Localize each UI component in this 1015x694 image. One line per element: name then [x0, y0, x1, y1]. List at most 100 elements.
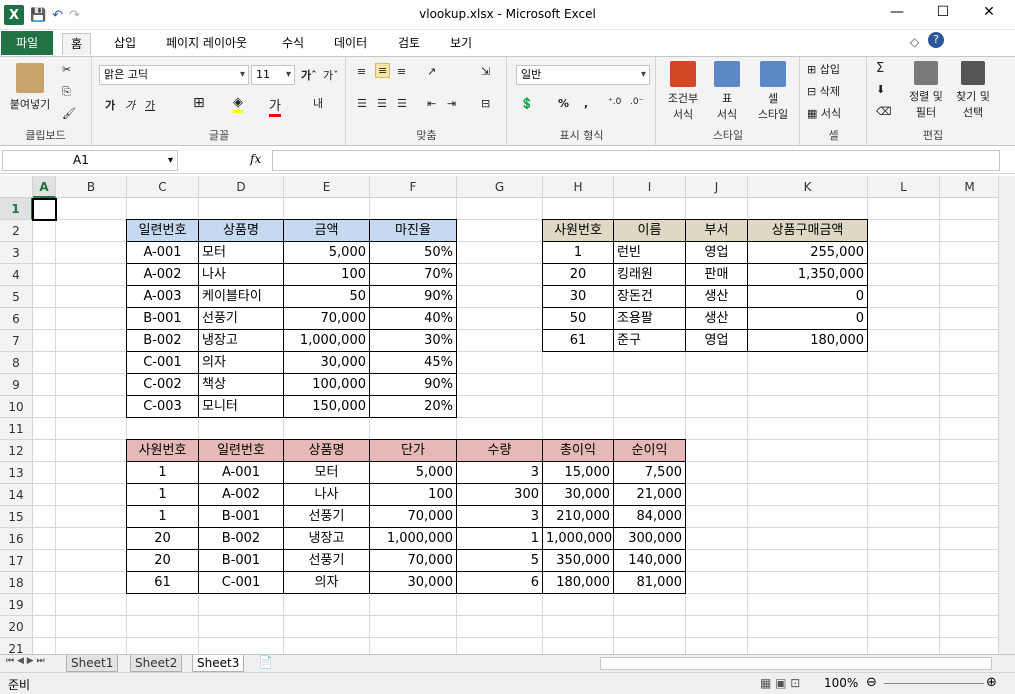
- t2-header-cell[interactable]: 사원번호: [542, 219, 614, 242]
- t3-cell[interactable]: 나사: [283, 483, 370, 506]
- copy-icon[interactable]: ⎘: [62, 85, 71, 99]
- t1-cell[interactable]: A-001: [126, 241, 199, 264]
- tab-home[interactable]: 홈: [62, 33, 92, 55]
- delete-cells-button[interactable]: ⊟ 삭제: [807, 83, 840, 99]
- cell-styles-button[interactable]: 셀 스타일: [749, 61, 797, 122]
- t1-cell[interactable]: 90%: [369, 373, 457, 396]
- t3-cell[interactable]: 300,000: [613, 527, 686, 550]
- t3-cell[interactable]: C-001: [198, 571, 284, 594]
- row-header-15[interactable]: 15: [0, 506, 33, 528]
- fill-icon[interactable]: ⬇: [876, 83, 885, 96]
- t3-cell[interactable]: B-002: [198, 527, 284, 550]
- italic-button[interactable]: 가: [125, 97, 135, 113]
- close-icon[interactable]: ✕: [966, 4, 1012, 20]
- t1-cell[interactable]: 45%: [369, 351, 457, 374]
- t1-cell[interactable]: 5,000: [283, 241, 370, 264]
- t3-cell[interactable]: B-001: [198, 549, 284, 572]
- insert-cells-button[interactable]: ⊞ 삽입: [807, 61, 840, 77]
- t1-cell[interactable]: C-001: [126, 351, 199, 374]
- sheet-nav-icon[interactable]: ⏮ ◀ ▶ ⏭: [6, 656, 45, 666]
- t1-cell[interactable]: C-003: [126, 395, 199, 418]
- t2-cell[interactable]: 50: [542, 307, 614, 330]
- zoom-in-icon[interactable]: ⊕: [986, 675, 997, 690]
- conditional-format-button[interactable]: 조건부 서식: [661, 61, 705, 122]
- row-header-12[interactable]: 12: [0, 440, 33, 462]
- t3-cell[interactable]: A-001: [198, 461, 284, 484]
- column-header-a[interactable]: A: [33, 176, 56, 198]
- tab-view[interactable]: 보기: [442, 33, 480, 55]
- t3-cell[interactable]: 20: [126, 527, 199, 550]
- view-normal-icon[interactable]: ▦ ▣ ⊡: [760, 676, 800, 690]
- t3-cell[interactable]: 300: [456, 483, 543, 506]
- shrink-font-icon[interactable]: 가ˇ: [323, 67, 339, 83]
- format-as-table-button[interactable]: 표 서식: [707, 61, 747, 122]
- zoom-out-icon[interactable]: ⊖: [866, 675, 877, 690]
- t3-cell[interactable]: 70,000: [369, 549, 457, 572]
- t3-cell[interactable]: 350,000: [542, 549, 614, 572]
- row-header-8[interactable]: 8: [0, 352, 33, 374]
- align-center-icon[interactable]: ☰: [377, 97, 387, 110]
- ribbon-minimize-icon[interactable]: ◇: [910, 35, 919, 49]
- t1-cell[interactable]: B-002: [126, 329, 199, 352]
- row-header-20[interactable]: 20: [0, 616, 33, 638]
- t2-cell[interactable]: 생산: [685, 285, 748, 308]
- row-header-4[interactable]: 4: [0, 264, 33, 286]
- t1-cell[interactable]: A-002: [126, 263, 199, 286]
- column-header-f[interactable]: F: [370, 176, 457, 198]
- orientation-icon[interactable]: ↗: [427, 65, 436, 78]
- t1-cell[interactable]: 모니터: [198, 395, 284, 418]
- percent-button[interactable]: %: [558, 97, 569, 110]
- t3-cell[interactable]: 210,000: [542, 505, 614, 528]
- increase-indent-icon[interactable]: ⇥: [447, 97, 456, 110]
- t2-cell[interactable]: 0: [747, 285, 868, 308]
- tab-data[interactable]: 데이터: [326, 33, 375, 55]
- t3-cell[interactable]: 21,000: [613, 483, 686, 506]
- t3-cell[interactable]: 140,000: [613, 549, 686, 572]
- row-header-3[interactable]: 3: [0, 242, 33, 264]
- align-right-icon[interactable]: ☰: [397, 97, 407, 110]
- new-sheet-icon[interactable]: 📄: [258, 655, 273, 669]
- row-header-18[interactable]: 18: [0, 572, 33, 594]
- row-header-7[interactable]: 7: [0, 330, 33, 352]
- row-header-1[interactable]: 1: [0, 198, 33, 220]
- align-bottom-icon[interactable]: ≡: [397, 65, 406, 78]
- t1-cell[interactable]: 30%: [369, 329, 457, 352]
- name-box[interactable]: A1: [2, 150, 178, 171]
- t1-cell[interactable]: 90%: [369, 285, 457, 308]
- row-header-21[interactable]: 21: [0, 638, 33, 654]
- t3-cell[interactable]: 180,000: [542, 571, 614, 594]
- tab-review[interactable]: 검토: [390, 33, 428, 55]
- t1-cell[interactable]: 책상: [198, 373, 284, 396]
- align-left-icon[interactable]: ☰: [357, 97, 367, 110]
- t1-cell[interactable]: C-002: [126, 373, 199, 396]
- find-select-button[interactable]: 찾기 및 선택: [950, 61, 996, 120]
- t3-cell[interactable]: 선풍기: [283, 505, 370, 528]
- t3-cell[interactable]: 의자: [283, 571, 370, 594]
- t1-cell[interactable]: 50%: [369, 241, 457, 264]
- column-header-j[interactable]: J: [686, 176, 748, 198]
- t2-cell[interactable]: 180,000: [747, 329, 868, 352]
- t3-cell[interactable]: 1,000,000: [542, 527, 614, 550]
- increase-decimal-icon[interactable]: ⁺.0: [608, 97, 621, 107]
- t1-cell[interactable]: 20%: [369, 395, 457, 418]
- t2-cell[interactable]: 61: [542, 329, 614, 352]
- maximize-icon[interactable]: ☐: [920, 4, 966, 20]
- column-header-h[interactable]: H: [543, 176, 614, 198]
- t3-header-cell[interactable]: 단가: [369, 439, 457, 462]
- currency-icon[interactable]: 💲: [520, 97, 534, 110]
- decrease-decimal-icon[interactable]: .0⁻: [630, 97, 643, 107]
- font-name-select[interactable]: 맑은 고딕: [99, 65, 249, 85]
- column-header-c[interactable]: C: [127, 176, 199, 198]
- column-header-k[interactable]: K: [748, 176, 868, 198]
- bold-button[interactable]: 가: [105, 97, 115, 113]
- t1-cell[interactable]: 70%: [369, 263, 457, 286]
- tab-file[interactable]: 파일: [1, 31, 53, 55]
- t3-cell[interactable]: 84,000: [613, 505, 686, 528]
- comma-button[interactable]: ,: [584, 97, 588, 110]
- t2-cell[interactable]: 킹래원: [613, 263, 686, 286]
- horizontal-scrollbar[interactable]: [600, 657, 992, 670]
- formula-input[interactable]: [272, 150, 1000, 171]
- t3-cell[interactable]: 모터: [283, 461, 370, 484]
- insert-function-icon[interactable]: fx: [250, 152, 261, 166]
- row-header-14[interactable]: 14: [0, 484, 33, 506]
